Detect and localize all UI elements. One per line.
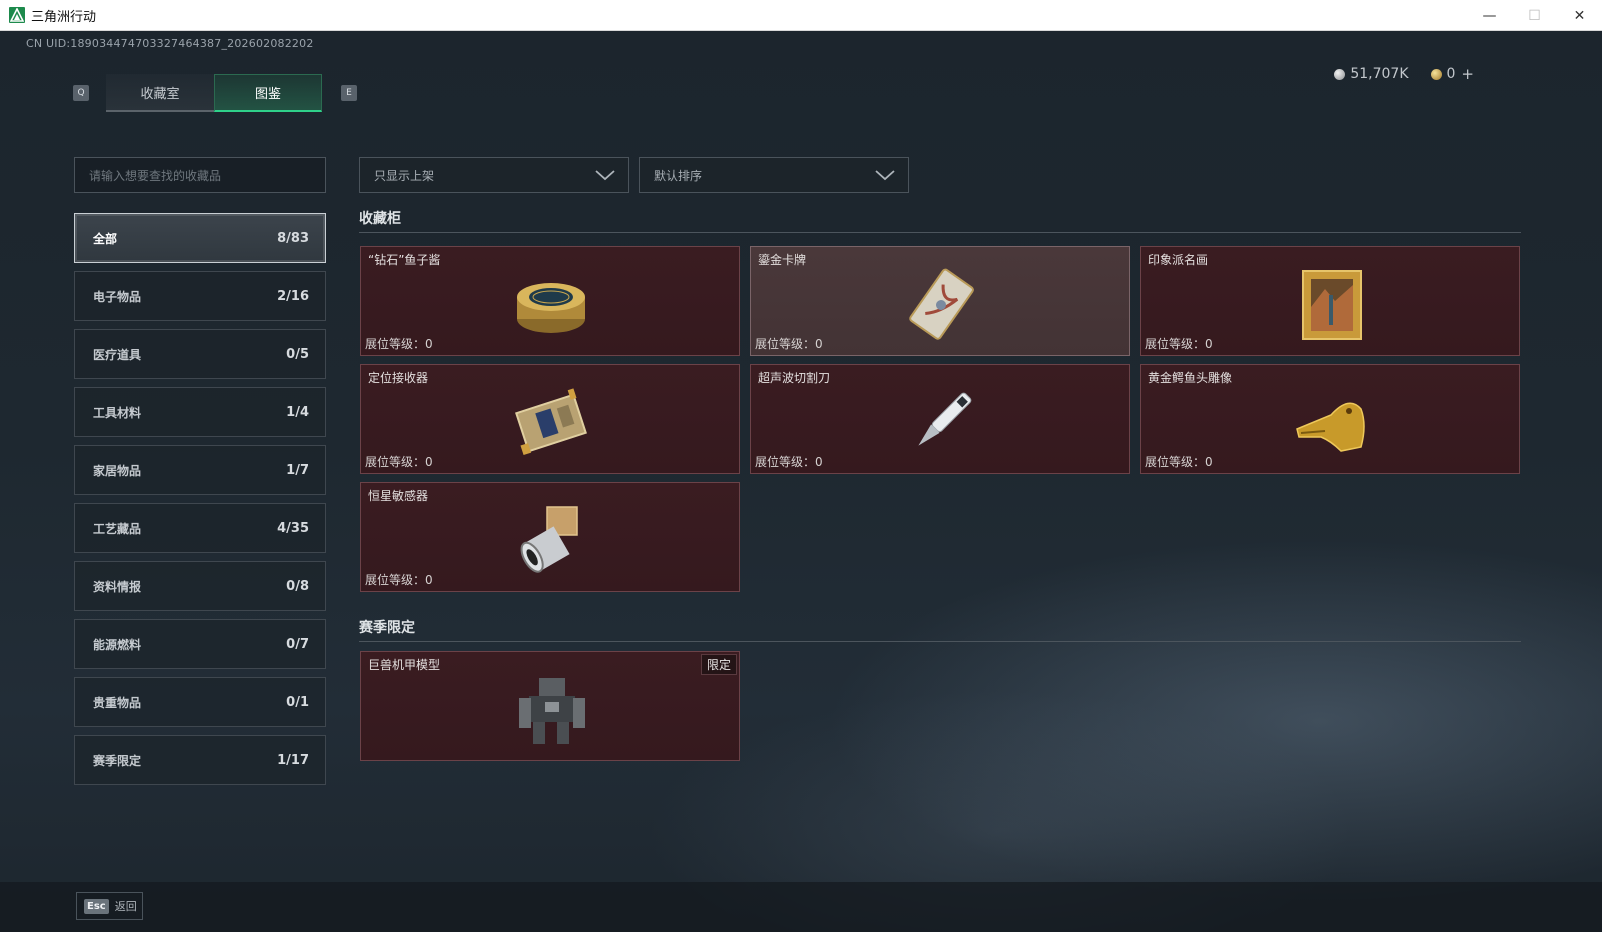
- category-list: 全部 8/83 电子物品 2/16 医疗道具 0/5 工具材料 1/4 家居物品…: [74, 213, 326, 793]
- section-divider: [359, 641, 1521, 642]
- category-electronics[interactable]: 电子物品 2/16: [74, 271, 326, 321]
- back-button[interactable]: Esc 返回: [76, 892, 143, 920]
- category-intel[interactable]: 资料情报 0/8: [74, 561, 326, 611]
- category-label: 资料情报: [93, 579, 142, 594]
- category-label: 电子物品: [93, 289, 142, 304]
- category-household[interactable]: 家居物品 1/7: [74, 445, 326, 495]
- category-count: 4/35: [277, 520, 309, 536]
- window-title: 三角洲行动: [31, 9, 97, 25]
- booth-level: 展位等级：0: [365, 455, 433, 469]
- player-uid: CN UID:18903447470332746438​7_2026020822…: [26, 37, 314, 50]
- category-count: 0/7: [286, 636, 309, 652]
- category-count: 0/1: [286, 694, 309, 710]
- item-name: 超声波切割刀: [758, 371, 831, 385]
- minimize-button[interactable]: —: [1467, 0, 1512, 31]
- item-name: “钻石”鱼子酱: [368, 253, 441, 267]
- cabinet-section-title: 收藏柜: [359, 211, 401, 227]
- booth-level: 展位等级：0: [755, 337, 823, 351]
- booth-level: 展位等级：0: [755, 455, 823, 469]
- category-label: 医疗道具: [93, 347, 142, 362]
- item-name: 恒星敏感器: [368, 489, 429, 503]
- limited-badge: 限定: [700, 654, 737, 675]
- tab-collection-room[interactable]: 收藏室: [106, 74, 214, 112]
- booth-level: 展位等级：0: [1145, 455, 1213, 469]
- currency-bar: 51,707K 0 +: [1334, 65, 1474, 83]
- category-all[interactable]: 全部 8/83: [74, 213, 326, 263]
- category-count: 8/83: [277, 230, 309, 246]
- category-count: 1/7: [286, 462, 309, 478]
- category-valuables[interactable]: 贵重物品 0/1: [74, 677, 326, 727]
- category-tools[interactable]: 工具材料 1/4: [74, 387, 326, 437]
- gold-coin-value: 0: [1446, 66, 1456, 82]
- item-name: 黄金鳄鱼头雕像: [1148, 371, 1233, 385]
- ultrasonic-knife-icon: [918, 392, 972, 446]
- bottom-bar: Esc 返回: [0, 882, 1602, 932]
- collection-card-impressionist-painting[interactable]: 印象派名画 展位等级：0: [1140, 246, 1520, 356]
- booth-level: 展位等级：0: [1145, 337, 1213, 351]
- chevron-down-icon: [875, 170, 895, 181]
- add-currency-button[interactable]: +: [1461, 65, 1474, 83]
- close-button[interactable]: ✕: [1557, 0, 1602, 31]
- item-name: 印象派名画: [1148, 253, 1209, 267]
- sort-dropdown[interactable]: 默认排序: [639, 157, 909, 193]
- gps-receiver-icon: [515, 388, 587, 456]
- caviar-tin-icon: [517, 283, 585, 333]
- item-name: 鎏金卡牌: [758, 253, 807, 267]
- app-logo-icon: [9, 7, 25, 23]
- booth-level: 展位等级：0: [365, 573, 433, 587]
- category-medical[interactable]: 医疗道具 0/5: [74, 329, 326, 379]
- collection-card-ultrasonic-knife[interactable]: 超声波切割刀 展位等级：0: [750, 364, 1130, 474]
- collection-card-star-sensor[interactable]: 恒星敏感器 展位等级：0: [360, 482, 740, 592]
- back-label: 返回: [114, 900, 137, 913]
- category-count: 0/5: [286, 346, 309, 362]
- category-label: 工艺藏品: [93, 521, 142, 536]
- window-titlebar: 三角洲行动 — ☐ ✕: [0, 0, 1602, 31]
- category-label: 能源燃料: [93, 637, 142, 652]
- category-label: 家居物品: [93, 463, 142, 478]
- item-name: 定位接收器: [368, 371, 429, 385]
- sort-dropdown-value: 默认排序: [654, 168, 703, 183]
- key-hint-e: E: [341, 85, 357, 101]
- maximize-button[interactable]: ☐: [1512, 0, 1557, 31]
- gold-coin-icon: [1430, 68, 1442, 80]
- gold-crocodile-head-icon: [1296, 402, 1365, 452]
- booth-level: 展位等级：0: [365, 337, 433, 351]
- tab-codex[interactable]: 图鉴: [214, 74, 322, 112]
- top-tabs: 收藏室 图鉴: [106, 74, 322, 112]
- collection-search-input[interactable]: 请输入想要查找的收藏品: [74, 157, 326, 193]
- collection-card-gold-crocodile[interactable]: 黄金鳄鱼头雕像 展位等级：0: [1140, 364, 1520, 474]
- collection-card-gilded-card[interactable]: 鎏金卡牌 展位等级：0: [750, 246, 1130, 356]
- collection-card-mech-model[interactable]: 巨兽机甲模型 限定: [360, 651, 740, 761]
- gilded-card-icon: [909, 268, 974, 340]
- category-label: 赛季限定: [93, 753, 142, 768]
- framed-painting-icon: [1302, 270, 1362, 340]
- category-count: 0/8: [286, 578, 309, 594]
- category-label: 贵重物品: [93, 695, 142, 710]
- section-divider: [359, 232, 1521, 233]
- silver-coin-icon: [1334, 68, 1346, 80]
- silver-coin-value: 51,707K: [1350, 66, 1409, 82]
- collection-card-caviar[interactable]: “钻石”鱼子酱 展位等级：0: [360, 246, 740, 356]
- category-season-limited[interactable]: 赛季限定 1/17: [74, 735, 326, 785]
- key-hint-q: Q: [73, 85, 89, 101]
- category-crafts[interactable]: 工艺藏品 4/35: [74, 503, 326, 553]
- category-count: 1/17: [277, 752, 309, 768]
- category-count: 2/16: [277, 288, 309, 304]
- star-sensor-icon: [520, 506, 578, 573]
- category-energy[interactable]: 能源燃料 0/7: [74, 619, 326, 669]
- category-count: 1/4: [286, 404, 309, 420]
- season-section-title: 赛季限定: [359, 620, 415, 636]
- esc-key-hint: Esc: [84, 898, 109, 914]
- category-label: 全部: [93, 231, 118, 246]
- filter-dropdown-value: 只显示上架: [374, 168, 435, 183]
- collection-card-gps-receiver[interactable]: 定位接收器 展位等级：0: [360, 364, 740, 474]
- filter-dropdown[interactable]: 只显示上架: [359, 157, 629, 193]
- chevron-down-icon: [595, 170, 615, 181]
- item-name: 巨兽机甲模型: [368, 658, 441, 672]
- category-label: 工具材料: [93, 405, 142, 420]
- mech-model-icon: [519, 678, 585, 744]
- game-viewport: CN UID:18903447470332746438​7_2026020822…: [0, 31, 1602, 932]
